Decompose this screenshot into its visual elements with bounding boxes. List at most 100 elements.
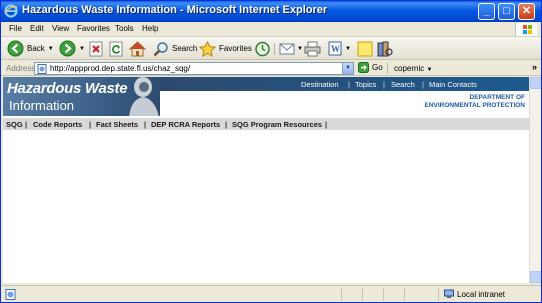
go-label: Go [372, 63, 383, 72]
link-sqg[interactable]: SQG [6, 120, 23, 129]
stop-button[interactable] [89, 40, 104, 57]
status-cell [404, 288, 405, 301]
hazmat-suit-figure-icon [129, 77, 159, 116]
mail-dropdown-icon[interactable]: ▼ [297, 46, 303, 52]
status-bar: Local intranet [1, 285, 541, 302]
address-url: http://appprod.dep.state.fl.us/chaz_sqg/ [50, 64, 191, 73]
favorites-label: Favorites [219, 44, 252, 53]
link-separator: | [89, 120, 92, 129]
window-title: Hazardous Waste Information - Microsoft … [22, 4, 328, 16]
forward-button[interactable]: ▼ [59, 40, 85, 57]
link-separator: | [144, 120, 147, 129]
ie-window: Hazardous Waste Information - Microsoft … [0, 0, 542, 303]
link-separator: | [25, 120, 28, 129]
page-icon [37, 64, 47, 74]
site-banner: Hazardous Waste Information Destination … [3, 77, 529, 116]
menu-edit[interactable]: Edit [30, 24, 44, 33]
nav-separator: | [348, 80, 350, 89]
status-cell [383, 288, 384, 301]
research-books-icon [377, 41, 393, 56]
scroll-up-button[interactable] [530, 77, 541, 89]
go-button[interactable]: Go [358, 62, 383, 73]
nav-separator: | [383, 80, 385, 89]
back-dropdown-icon[interactable]: ▼ [48, 46, 54, 52]
menu-tools[interactable]: Tools [115, 24, 134, 33]
copernic-toolbar-button[interactable]: copernic ▼ [394, 64, 432, 73]
forward-arrow-icon [59, 40, 76, 57]
print-button[interactable] [304, 40, 321, 57]
mail-icon [279, 43, 295, 55]
link-sqg-program-resources[interactable]: SQG Program Resources [232, 120, 322, 129]
home-button[interactable] [129, 40, 146, 57]
windows-flag-icon [515, 23, 537, 36]
dep-logo-text[interactable]: DEPARTMENT OF ENVIRONMENTAL PROTECTION [424, 94, 525, 110]
toolbar-overflow-chevron-icon[interactable]: » [532, 62, 537, 72]
search-button[interactable]: Search [153, 40, 197, 57]
address-label: Address [6, 64, 36, 73]
go-arrow-icon [358, 62, 369, 73]
status-cell [341, 288, 342, 301]
menu-favorites[interactable]: Favorites [77, 24, 110, 33]
refresh-button[interactable] [109, 40, 124, 57]
banner-title-line2: Information [9, 98, 75, 113]
menu-file[interactable]: File [9, 24, 22, 33]
address-dropdown-icon[interactable]: ▼ [342, 63, 353, 74]
link-separator: | [325, 120, 328, 129]
nav-separator: | [422, 80, 424, 89]
favorites-star-icon [199, 40, 216, 57]
banner-title-line1: Hazardous Waste [7, 80, 128, 97]
status-cell [438, 288, 439, 301]
address-input[interactable]: http://appprod.dep.state.fl.us/chaz_sqg/… [34, 62, 354, 75]
search-label: Search [172, 44, 198, 53]
link-separator: | [225, 120, 228, 129]
standard-toolbar: Back ▼ ▼ Search Favorites ▼ W ▼ [1, 37, 541, 60]
nav-topics[interactable]: Topics [355, 80, 376, 89]
page-content: Hazardous Waste Information Destination … [3, 77, 529, 283]
nav-destination[interactable]: Destination [301, 80, 339, 89]
back-label: Back [27, 44, 45, 53]
mail-button[interactable]: ▼ [279, 40, 303, 57]
status-cell [362, 288, 363, 301]
stop-icon [89, 41, 103, 56]
back-button[interactable]: Back ▼ [7, 40, 54, 57]
page-status-icon [5, 289, 16, 300]
back-arrow-icon [7, 40, 24, 57]
maximize-button[interactable]: □ [498, 3, 515, 20]
home-icon [129, 40, 146, 56]
copernic-label: copernic [394, 64, 425, 73]
vertical-scrollbar[interactable] [529, 77, 541, 283]
top-nav-strip: Destination | Topics | Search | Main Con… [160, 77, 529, 91]
favorites-button[interactable]: Favorites [199, 40, 252, 57]
scroll-down-button[interactable] [530, 271, 541, 283]
banner-logo-area[interactable]: Hazardous Waste Information [3, 77, 160, 116]
ie-logo-icon [4, 4, 18, 18]
toolbar-separator [387, 63, 388, 74]
nav-search[interactable]: Search [391, 80, 415, 89]
security-zone-label: Local intranet [457, 290, 506, 299]
minimize-button[interactable]: _ [478, 3, 495, 20]
link-code-reports[interactable]: Code Reports [33, 120, 82, 129]
title-bar[interactable]: Hazardous Waste Information - Microsoft … [1, 1, 541, 22]
refresh-icon [109, 41, 123, 56]
dept-line2: ENVIRONMENTAL PROTECTION [424, 102, 525, 109]
link-dep-rcra-reports[interactable]: DEP RCRA Reports [151, 120, 220, 129]
menu-view[interactable]: View [52, 24, 69, 33]
edit-button[interactable]: W ▼ [328, 40, 351, 57]
sticky-note-icon [357, 41, 373, 56]
history-icon [255, 41, 270, 56]
dept-line1: DEPARTMENT OF [469, 94, 526, 101]
section-links-bar: SQG | Code Reports | Fact Sheets | DEP R… [3, 118, 529, 130]
forward-dropdown-icon[interactable]: ▼ [79, 46, 85, 52]
discuss-button[interactable] [357, 40, 373, 57]
link-fact-sheets[interactable]: Fact Sheets [96, 120, 138, 129]
history-button[interactable] [254, 40, 271, 57]
word-edit-icon: W [328, 41, 342, 56]
research-button[interactable] [377, 40, 393, 57]
menu-help[interactable]: Help [142, 24, 158, 33]
address-bar: Address http://appprod.dep.state.fl.us/c… [1, 61, 541, 76]
edit-dropdown-icon[interactable]: ▼ [345, 46, 351, 52]
svg-text:W: W [331, 44, 340, 54]
close-button[interactable]: ✕ [518, 3, 535, 20]
search-icon [153, 41, 168, 56]
nav-main-contacts[interactable]: Main Contacts [429, 80, 477, 89]
